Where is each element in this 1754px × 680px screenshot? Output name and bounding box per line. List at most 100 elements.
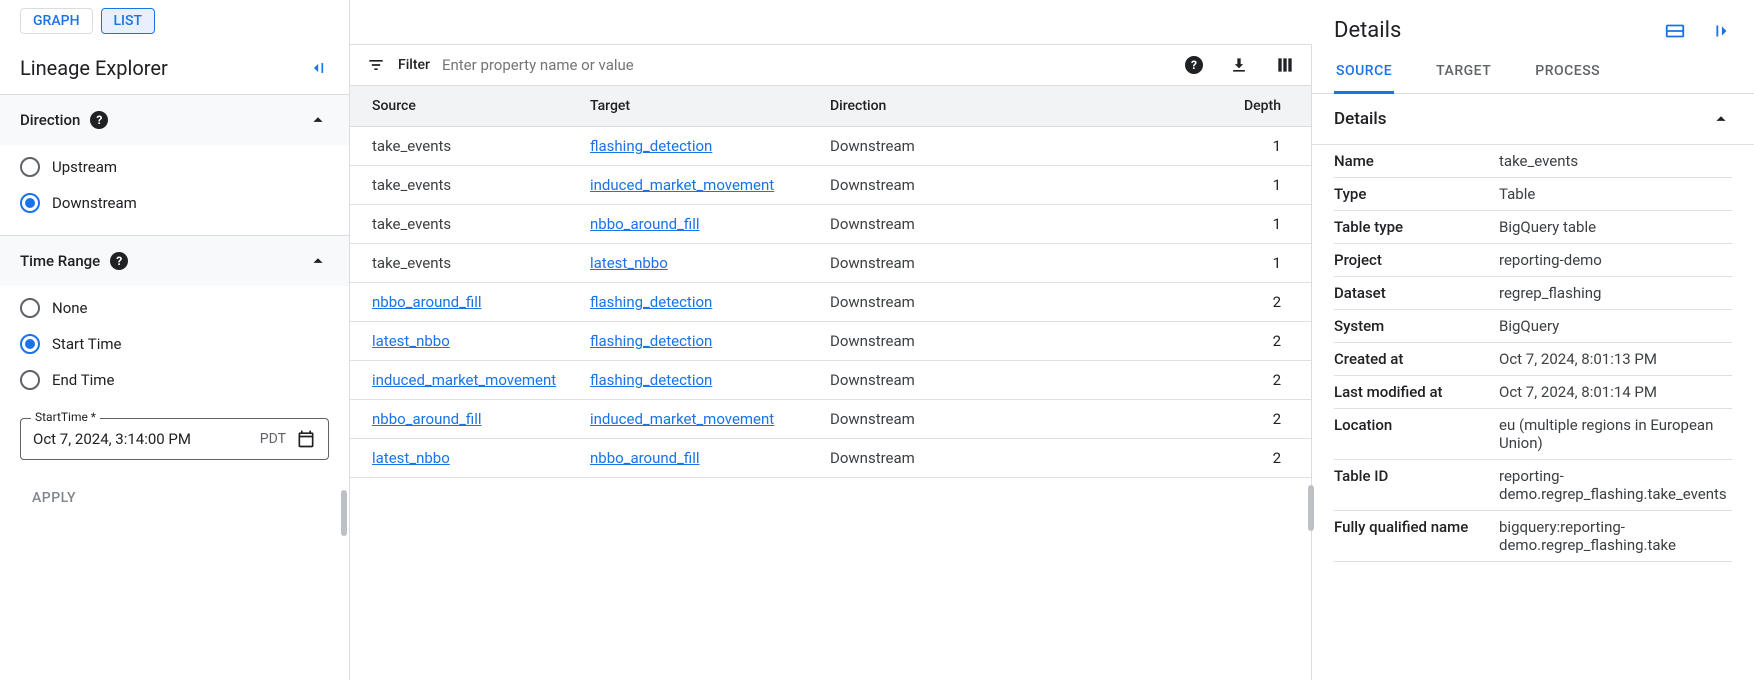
help-icon[interactable]: ? bbox=[110, 252, 128, 270]
tab-graph[interactable]: GRAPH bbox=[20, 8, 93, 34]
radio-none-label: None bbox=[52, 299, 88, 317]
scrollbar[interactable] bbox=[1308, 485, 1314, 531]
table-row: take_events nbbo_around_fill Downstream1 bbox=[350, 205, 1311, 244]
property-key: System bbox=[1334, 317, 1499, 335]
tab-source[interactable]: SOURCE bbox=[1334, 51, 1394, 94]
depth-cell: 2 bbox=[1010, 293, 1311, 311]
property-row: Datasetregrep_flashing bbox=[1334, 277, 1732, 310]
source-cell: take_events bbox=[372, 137, 451, 155]
details-title: Details bbox=[1334, 18, 1401, 43]
property-row: Locationeu (multiple regions in European… bbox=[1334, 409, 1732, 460]
source-cell: take_events bbox=[372, 254, 451, 272]
chevron-up-icon bbox=[307, 109, 329, 131]
depth-cell: 2 bbox=[1010, 371, 1311, 389]
col-direction[interactable]: Direction bbox=[830, 98, 1010, 114]
direction-cell: Downstream bbox=[830, 137, 1010, 155]
radio-endtime[interactable]: End Time bbox=[20, 362, 329, 398]
source-cell[interactable]: latest_nbbo bbox=[372, 332, 450, 350]
property-key: Table type bbox=[1334, 218, 1499, 236]
target-cell[interactable]: flashing_detection bbox=[590, 137, 712, 155]
property-value: Table bbox=[1499, 185, 1732, 203]
target-cell[interactable]: flashing_detection bbox=[590, 371, 712, 389]
sidebar-title: Lineage Explorer bbox=[20, 56, 168, 80]
chevron-up-icon bbox=[307, 250, 329, 272]
help-icon[interactable]: ? bbox=[1185, 56, 1203, 74]
table-row: nbbo_around_fillinduced_market_movementD… bbox=[350, 400, 1311, 439]
source-cell: take_events bbox=[372, 215, 451, 233]
target-cell[interactable]: nbbo_around_fill bbox=[590, 449, 700, 467]
help-icon[interactable]: ? bbox=[90, 111, 108, 129]
filter-input[interactable] bbox=[442, 56, 1173, 74]
download-icon[interactable] bbox=[1229, 55, 1249, 75]
radio-upstream-label: Upstream bbox=[52, 158, 117, 176]
source-cell: take_events bbox=[372, 176, 451, 194]
depth-cell: 1 bbox=[1010, 215, 1311, 233]
radio-downstream[interactable]: Downstream bbox=[20, 185, 329, 221]
source-cell[interactable]: nbbo_around_fill bbox=[372, 293, 482, 311]
source-cell[interactable]: latest_nbbo bbox=[372, 449, 450, 467]
direction-cell: Downstream bbox=[830, 254, 1010, 272]
property-value: take_events bbox=[1499, 152, 1732, 170]
property-row: Table IDreporting-demo.regrep_flashing.t… bbox=[1334, 460, 1732, 511]
depth-cell: 2 bbox=[1010, 332, 1311, 350]
filter-label: Filter bbox=[398, 57, 430, 73]
col-source[interactable]: Source bbox=[350, 98, 590, 114]
table-row: latest_nbbo flashing_detection Downstream2 bbox=[350, 322, 1311, 361]
property-row: Projectreporting-demo bbox=[1334, 244, 1732, 277]
property-key: Fully qualified name bbox=[1334, 518, 1499, 554]
scrollbar[interactable] bbox=[341, 490, 347, 536]
radio-starttime-label: Start Time bbox=[52, 335, 121, 353]
direction-cell: Downstream bbox=[830, 215, 1010, 233]
tab-list[interactable]: LIST bbox=[101, 8, 156, 34]
tab-process[interactable]: PROCESS bbox=[1533, 51, 1602, 93]
property-row: Last modified atOct 7, 2024, 8:01:14 PM bbox=[1334, 376, 1732, 409]
target-cell[interactable]: induced_market_movement bbox=[590, 410, 774, 428]
property-value: Oct 7, 2024, 8:01:13 PM bbox=[1499, 350, 1732, 368]
property-row: Fully qualified namebigquery:reporting-d… bbox=[1334, 511, 1732, 562]
radio-none[interactable]: None bbox=[20, 290, 329, 326]
table-header: Source Target Direction Depth bbox=[350, 86, 1311, 127]
target-cell[interactable]: induced_market_movement bbox=[590, 176, 774, 194]
filter-icon bbox=[366, 55, 386, 75]
chevron-up-icon bbox=[1710, 108, 1732, 130]
starttime-value: Oct 7, 2024, 3:14:00 PM bbox=[33, 430, 250, 448]
starttime-input[interactable]: StartTime * Oct 7, 2024, 3:14:00 PM PDT bbox=[20, 418, 329, 460]
tab-target[interactable]: TARGET bbox=[1434, 51, 1493, 93]
table-row: latest_nbbonbbo_around_fillDownstream2 bbox=[350, 439, 1311, 478]
depth-cell: 1 bbox=[1010, 137, 1311, 155]
details-section-label: Details bbox=[1334, 109, 1386, 129]
apply-button[interactable]: APPLY bbox=[22, 482, 86, 514]
property-value: bigquery:reporting-demo.regrep_flashing.… bbox=[1499, 518, 1732, 554]
details-section-header[interactable]: Details bbox=[1312, 94, 1754, 145]
section-direction-header[interactable]: Direction? bbox=[0, 95, 349, 145]
starttime-floating-label: StartTime * bbox=[31, 410, 100, 424]
property-value: Oct 7, 2024, 8:01:14 PM bbox=[1499, 383, 1732, 401]
table-row: take_eventslatest_nbboDownstream1 bbox=[350, 244, 1311, 283]
depth-cell: 2 bbox=[1010, 449, 1311, 467]
columns-icon[interactable] bbox=[1275, 55, 1295, 75]
radio-upstream[interactable]: Upstream bbox=[20, 149, 329, 185]
table-row: nbbo_around_fill flashing_detection Downst… bbox=[350, 283, 1311, 322]
direction-cell: Downstream bbox=[830, 332, 1010, 350]
property-value: BigQuery bbox=[1499, 317, 1732, 335]
direction-cell: Downstream bbox=[830, 293, 1010, 311]
panel-layout-icon[interactable] bbox=[1664, 20, 1686, 42]
col-target[interactable]: Target bbox=[590, 98, 830, 114]
property-value: regrep_flashing bbox=[1499, 284, 1732, 302]
section-direction-label: Direction bbox=[20, 111, 80, 129]
table-row: take_events flashing_detection Downstream1 bbox=[350, 127, 1311, 166]
collapse-panel-icon[interactable] bbox=[1710, 20, 1732, 42]
calendar-icon[interactable] bbox=[296, 429, 316, 449]
target-cell[interactable]: flashing_detection bbox=[590, 293, 712, 311]
col-depth[interactable]: Depth bbox=[1010, 98, 1311, 114]
source-cell[interactable]: nbbo_around_fill bbox=[372, 410, 482, 428]
section-timerange-header[interactable]: Time Range? bbox=[0, 236, 349, 286]
source-cell[interactable]: induced_market_movement bbox=[372, 371, 556, 389]
radio-starttime[interactable]: Start Time bbox=[20, 326, 329, 362]
collapse-sidebar-icon[interactable] bbox=[309, 58, 329, 78]
property-row: Created atOct 7, 2024, 8:01:13 PM bbox=[1334, 343, 1732, 376]
target-cell[interactable]: latest_nbbo bbox=[590, 254, 668, 272]
property-row: Table typeBigQuery table bbox=[1334, 211, 1732, 244]
target-cell[interactable]: nbbo_around_fill bbox=[590, 215, 700, 233]
target-cell[interactable]: flashing_detection bbox=[590, 332, 712, 350]
